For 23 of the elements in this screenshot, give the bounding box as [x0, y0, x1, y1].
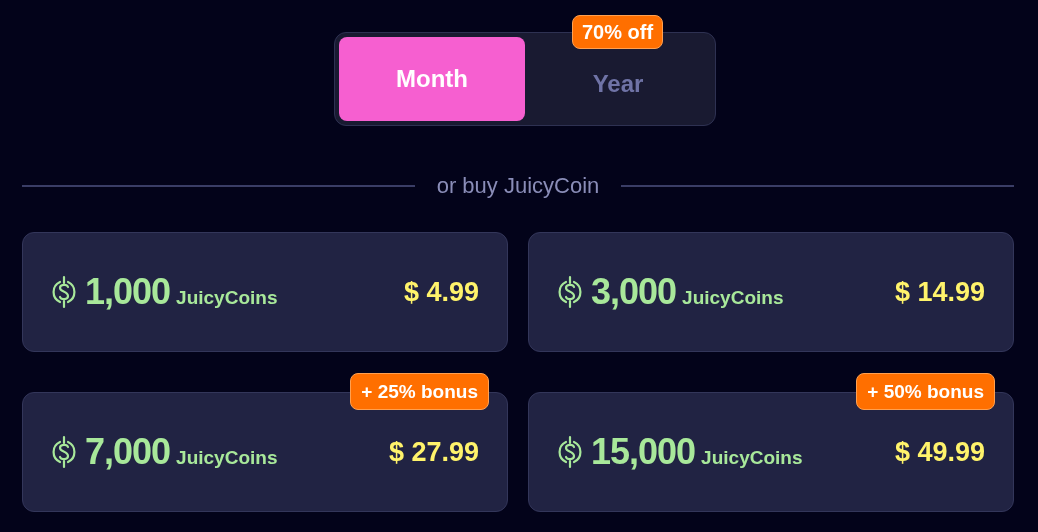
coin-amount: 1,000: [85, 270, 171, 314]
coin-package-card[interactable]: 1,000 JuicyCoins $ 4.99: [22, 232, 508, 352]
billing-tab[interactable]: Year: [588, 66, 648, 102]
divider-label: or buy JuicyCoin: [436, 172, 600, 200]
coin-icon: [557, 434, 583, 470]
coin-amount: 7,000: [85, 430, 171, 474]
price: $ 49.99: [894, 435, 985, 469]
coin-amount: 3,000: [591, 270, 677, 314]
coin-icon: [51, 274, 77, 310]
coin-icon: [557, 274, 583, 310]
price: $ 4.99: [403, 275, 479, 309]
price: $ 27.99: [388, 435, 479, 469]
discount-badge: 70% off: [572, 15, 664, 49]
coin-unit: JuicyCoins: [682, 286, 784, 310]
bonus-badge: + 50% bonus: [856, 373, 995, 410]
coin-amount: 15,000: [591, 430, 696, 474]
coin-package-card[interactable]: 3,000 JuicyCoins $ 14.99: [528, 232, 1014, 352]
coin-icon: [51, 434, 77, 470]
coin-unit: JuicyCoins: [176, 286, 278, 310]
bonus-badge: + 25% bonus: [350, 373, 489, 410]
coin-unit: JuicyCoins: [701, 446, 803, 470]
coin-unit: JuicyCoins: [176, 446, 278, 470]
price: $ 14.99: [894, 275, 985, 309]
